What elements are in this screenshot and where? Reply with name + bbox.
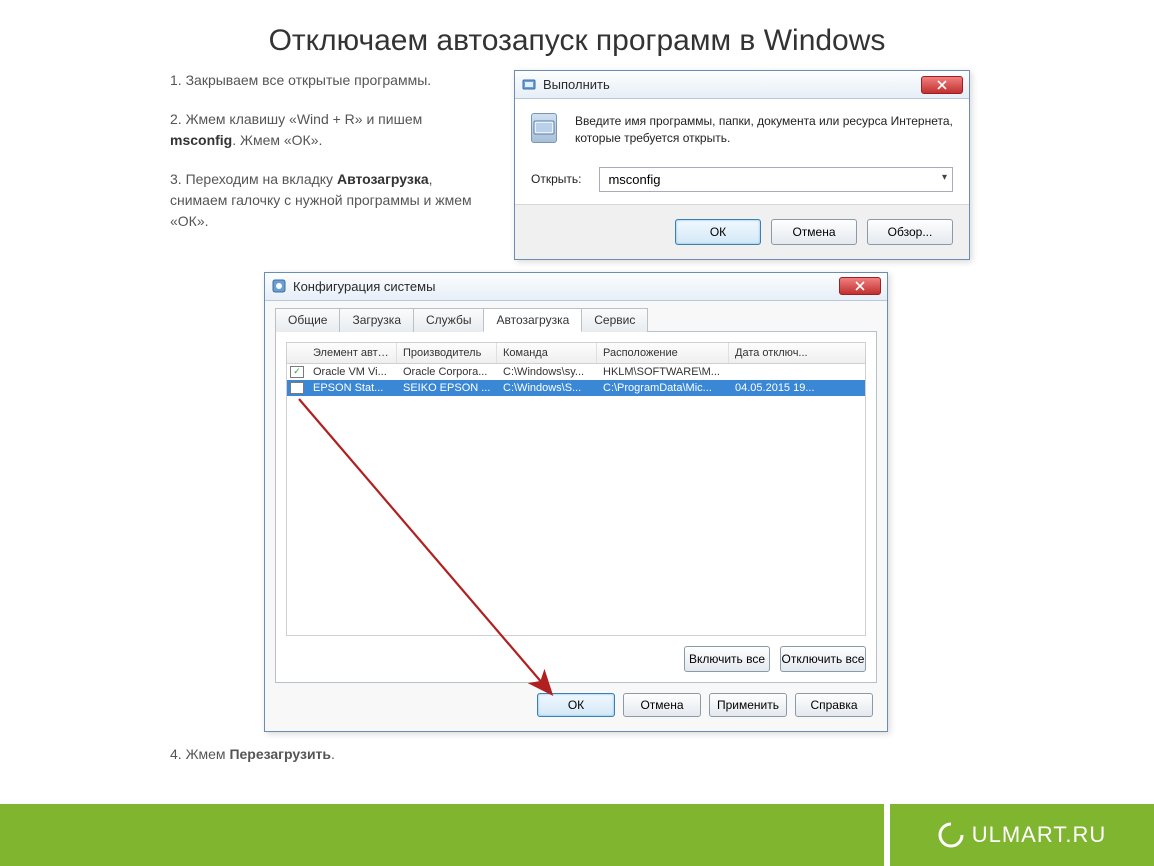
ok-button[interactable]: ОК — [537, 693, 615, 717]
col-item[interactable]: Элемент авто... — [307, 343, 397, 363]
step-4: 4. Жмем Перезагрузить. — [0, 732, 1154, 762]
msconfig-titlebar: Конфигурация системы — [265, 273, 887, 301]
checkbox[interactable] — [290, 382, 304, 394]
run-app-icon — [531, 113, 557, 143]
cancel-button[interactable]: Отмена — [771, 219, 857, 245]
close-button[interactable] — [839, 277, 881, 295]
open-label: Открыть: — [531, 172, 581, 186]
browse-button[interactable]: Обзор... — [867, 219, 953, 245]
msconfig-window: Конфигурация системы Общие Загрузка Служ… — [264, 272, 888, 732]
checkbox[interactable]: ✓ — [290, 366, 304, 378]
page-title: Отключаем автозапуск программ в Windows — [0, 0, 1154, 70]
startup-table: Элемент авто... Производитель Команда Ра… — [286, 342, 866, 636]
apply-button[interactable]: Применить — [709, 693, 787, 717]
tab-strip: Общие Загрузка Службы Автозагрузка Серви… — [275, 307, 877, 332]
tab-services[interactable]: Службы — [413, 308, 484, 332]
col-location[interactable]: Расположение — [597, 343, 729, 363]
step-2: 2. Жмем клавишу «Wind + R» и пишем mscon… — [170, 109, 490, 151]
run-dialog-title: Выполнить — [543, 77, 610, 92]
open-input[interactable] — [599, 167, 953, 192]
cancel-button[interactable]: Отмена — [623, 693, 701, 717]
tab-tools[interactable]: Сервис — [581, 308, 648, 332]
brand-footer: ULMART.RU — [0, 804, 1154, 866]
close-button[interactable] — [921, 76, 963, 94]
brand-text: ULMART.RU — [972, 822, 1107, 848]
disable-all-button[interactable]: Отключить все — [780, 646, 866, 672]
msconfig-title: Конфигурация системы — [293, 279, 435, 294]
table-row[interactable]: EPSON Stat... SEIKO EPSON ... C:\Windows… — [287, 380, 865, 396]
gear-icon — [271, 278, 287, 294]
step-1: 1. Закрываем все открытые программы. — [170, 70, 490, 91]
tab-startup[interactable]: Автозагрузка — [483, 308, 582, 332]
table-row[interactable]: ✓ Oracle VM Vi... Oracle Corpora... C:\W… — [287, 364, 865, 380]
col-manufacturer[interactable]: Производитель — [397, 343, 497, 363]
col-disabled-date[interactable]: Дата отключ... — [729, 343, 865, 363]
help-button[interactable]: Справка — [795, 693, 873, 717]
col-command[interactable]: Команда — [497, 343, 597, 363]
tab-general[interactable]: Общие — [275, 308, 340, 332]
tab-boot[interactable]: Загрузка — [339, 308, 414, 332]
run-description: Введите имя программы, папки, документа … — [575, 113, 953, 147]
ok-button[interactable]: ОК — [675, 219, 761, 245]
run-icon — [521, 77, 537, 93]
run-dialog-titlebar: Выполнить — [515, 71, 969, 99]
step-3: 3. Переходим на вкладку Автозагрузка, сн… — [170, 169, 490, 232]
run-dialog-window: Выполнить Введите имя программы, папки, … — [514, 70, 970, 260]
enable-all-button[interactable]: Включить все — [684, 646, 770, 672]
instructions-list: 1. Закрываем все открытые программы. 2. … — [170, 70, 490, 250]
ulmart-logo-icon — [938, 822, 964, 848]
